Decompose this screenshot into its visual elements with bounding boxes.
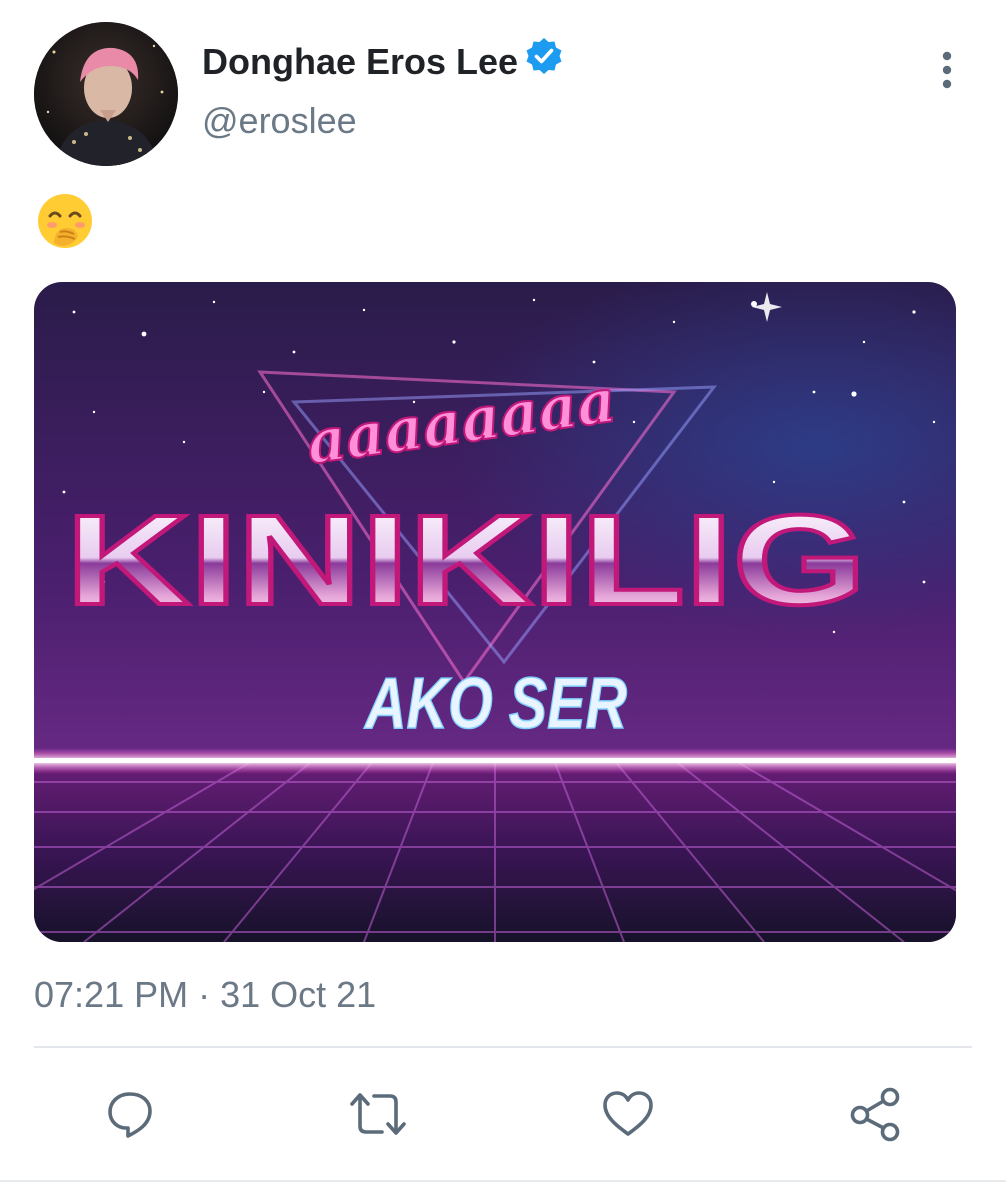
more-options-button[interactable]	[930, 48, 964, 92]
media-main-text: KINIKILIG	[66, 489, 866, 632]
display-name-text: Donghae Eros Lee	[202, 41, 519, 83]
tweet-media-image[interactable]: aaaaaaaa KINIKILIG AKO SER	[34, 282, 956, 942]
tweet-emoji	[36, 192, 94, 250]
heart-icon	[603, 1091, 653, 1136]
retweet-button[interactable]	[346, 1082, 410, 1146]
share-icon	[850, 1087, 900, 1142]
verified-badge-icon	[524, 36, 564, 85]
user-handle[interactable]: @eroslee	[202, 100, 357, 142]
tweet-timestamp[interactable]: 07:21 PM · 31 Oct 21	[34, 974, 376, 1016]
like-button[interactable]	[596, 1082, 660, 1146]
media-sub-text: AKO SER	[363, 664, 627, 744]
display-name[interactable]: Donghae Eros Lee	[202, 38, 564, 89]
share-button[interactable]	[844, 1082, 908, 1146]
tweet-header: Donghae Eros Lee @eroslee	[0, 0, 1006, 180]
avatar[interactable]	[34, 22, 178, 166]
reply-icon	[108, 1092, 152, 1138]
bottom-divider	[0, 1180, 1006, 1182]
reply-button[interactable]	[98, 1082, 162, 1146]
retweet-icon	[350, 1093, 406, 1135]
more-vertical-icon	[942, 51, 952, 89]
divider	[34, 1046, 972, 1048]
